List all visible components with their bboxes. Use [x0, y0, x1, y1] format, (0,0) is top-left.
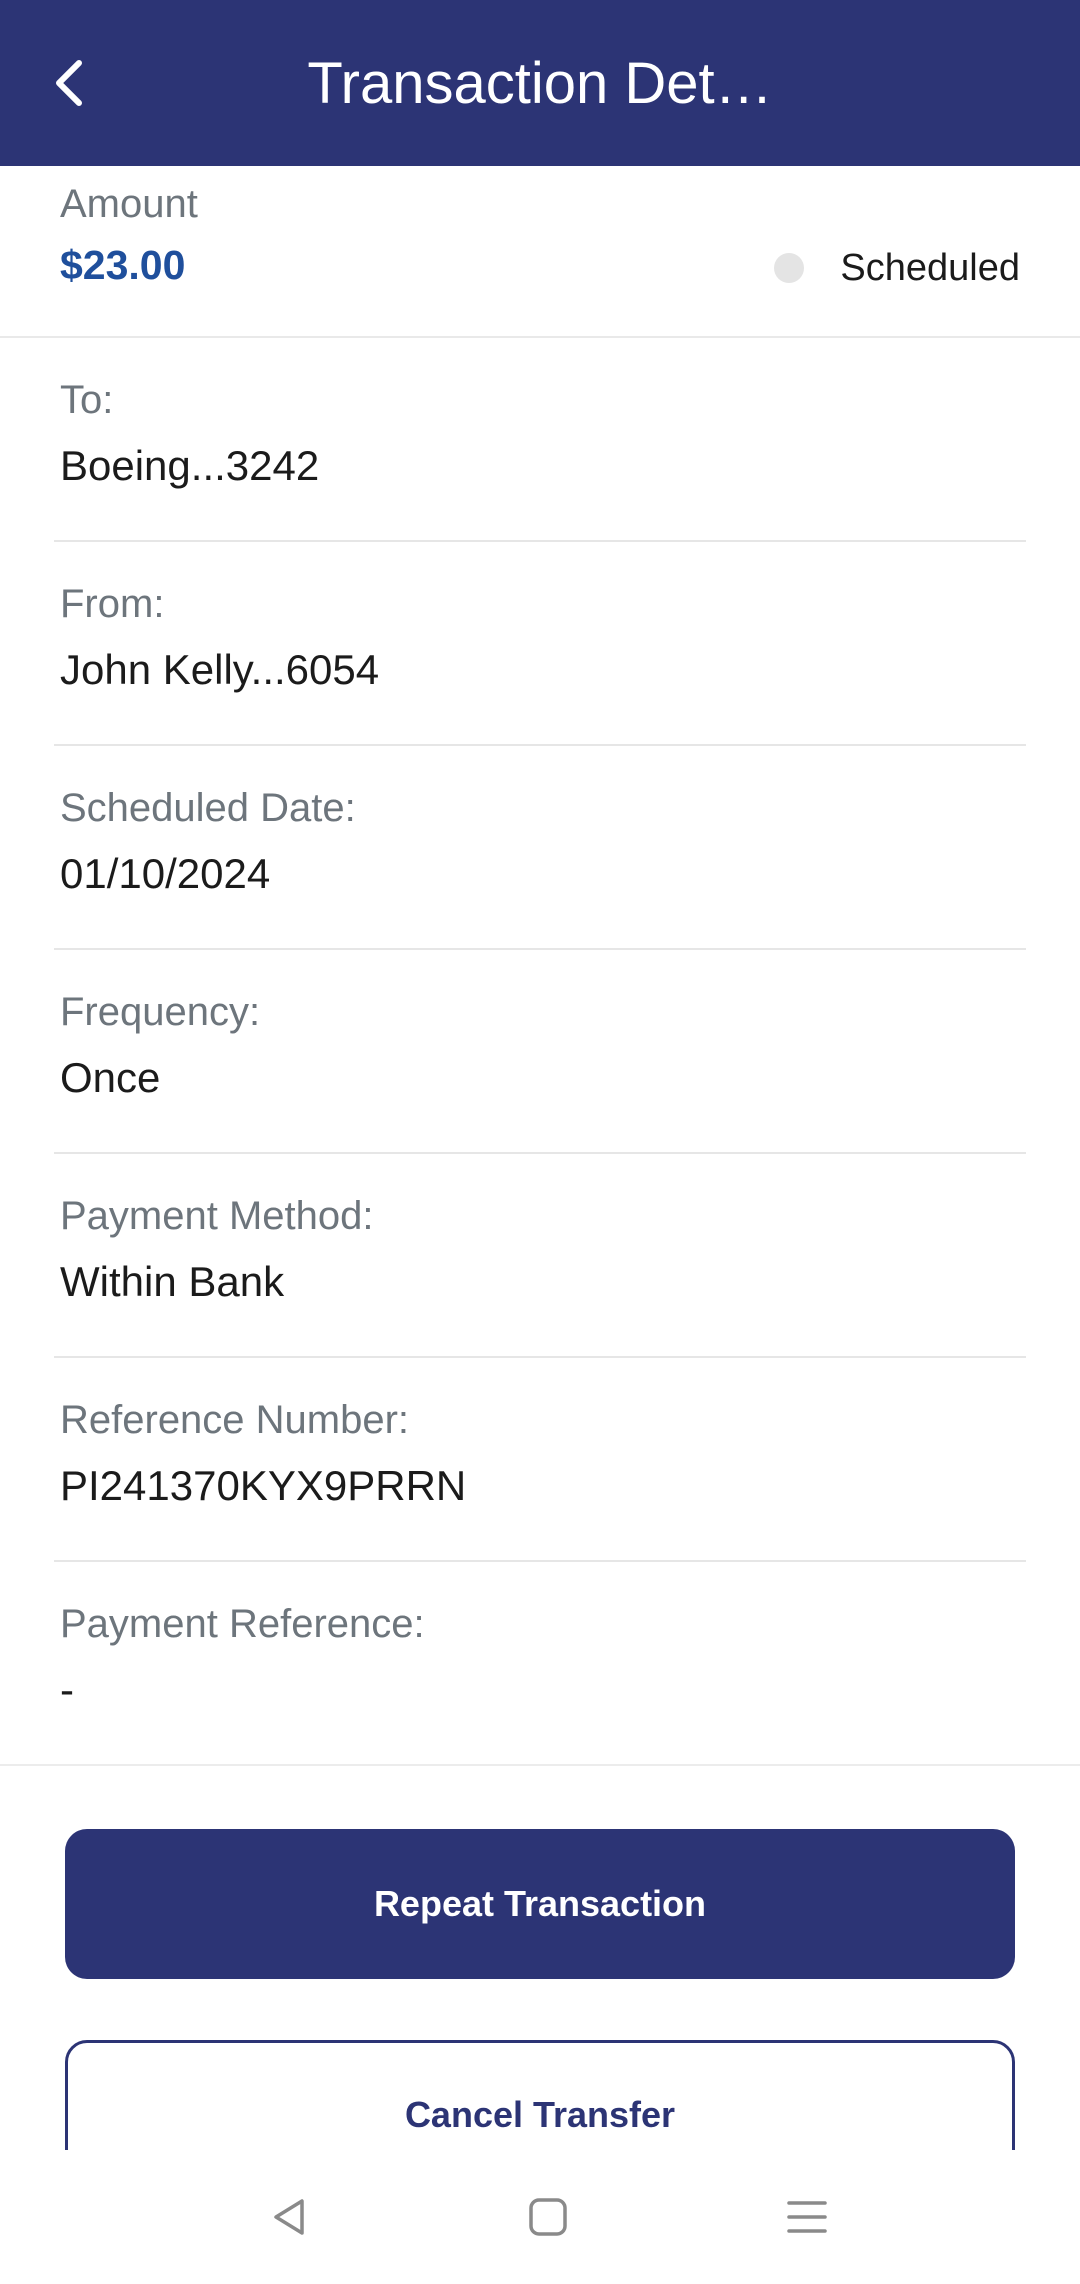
chevron-left-icon [56, 60, 82, 106]
detail-value: PI241370KYX9PRRN [60, 1462, 467, 1509]
detail-row-from: From: John Kelly...6054 [54, 542, 1026, 746]
app-bar: Transaction Det… [0, 0, 1080, 166]
amount-label: Amount [60, 182, 198, 226]
system-back-button[interactable] [245, 2172, 335, 2262]
amount-summary: Amount $23.00 Scheduled [0, 166, 1080, 338]
square-home-icon [529, 2198, 567, 2236]
detail-value: - [60, 1666, 74, 1713]
detail-label: Frequency: [60, 990, 261, 1034]
amount-value: $23.00 [60, 242, 186, 288]
system-menu-button[interactable] [762, 2172, 852, 2262]
detail-value: 01/10/2024 [60, 850, 271, 897]
detail-label: Payment Reference: [60, 1602, 425, 1646]
menu-lines-icon [787, 2201, 827, 2233]
detail-label: Scheduled Date: [60, 786, 356, 830]
system-navigation-bar [0, 2150, 1080, 2284]
triangle-back-icon [274, 2199, 304, 2235]
detail-row-payment-method: Payment Method: Within Bank [54, 1154, 1026, 1358]
detail-label: Reference Number: [60, 1398, 410, 1442]
detail-label: To: [60, 378, 114, 422]
status-dot-icon [774, 253, 805, 283]
system-home-button[interactable] [503, 2172, 593, 2262]
page-title: Transaction Det… [307, 50, 773, 116]
detail-value: Once [60, 1054, 161, 1101]
detail-row-scheduled-date: Scheduled Date: 01/10/2024 [54, 746, 1026, 950]
detail-value: John Kelly...6054 [60, 646, 380, 693]
detail-value: Boeing...3242 [60, 442, 320, 489]
back-button[interactable] [34, 43, 104, 123]
transaction-details-list: To: Boeing...3242 From: John Kelly...605… [0, 338, 1080, 1766]
status-badge: Scheduled [774, 242, 1020, 294]
detail-row-reference-number: Reference Number: PI241370KYX9PRRN [54, 1358, 1026, 1562]
detail-row-frequency: Frequency: Once [54, 950, 1026, 1154]
detail-row-payment-reference: Payment Reference: - [0, 1562, 1080, 1766]
detail-value: Within Bank [60, 1258, 285, 1305]
repeat-transaction-button[interactable]: Repeat Transaction [65, 1829, 1015, 1979]
detail-label: From: [60, 582, 165, 626]
status-text: Scheduled [840, 246, 1020, 289]
detail-label: Payment Method: [60, 1194, 374, 1238]
detail-row-to: To: Boeing...3242 [54, 338, 1026, 542]
